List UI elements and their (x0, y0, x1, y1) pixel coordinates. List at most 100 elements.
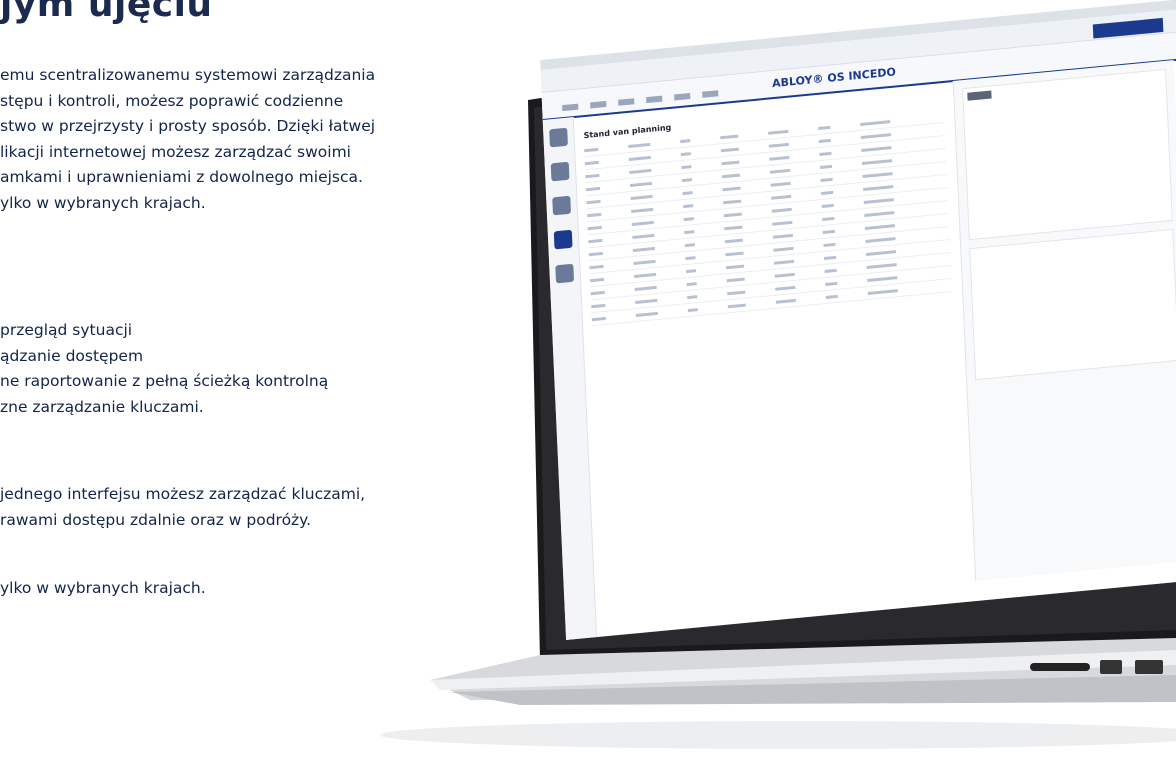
table-cell (821, 190, 834, 195)
table-cell (867, 288, 898, 295)
table-cell (632, 246, 655, 252)
table-cell (635, 298, 658, 304)
app-screenshot: ABLOY® OS INCEDO Stand van planning (540, 0, 1176, 640)
section-heading: jym ujęciu (0, 0, 213, 25)
feature-list: przegląd sytuacji ądzanie dostępem ne ra… (0, 318, 328, 420)
table-cell (818, 125, 831, 130)
filter-box (962, 68, 1173, 241)
table-cell (775, 285, 796, 291)
table-cell (686, 281, 697, 286)
table-cell (584, 147, 599, 152)
apply-button[interactable] (967, 90, 992, 101)
table-cell (769, 168, 791, 174)
table-cell (775, 298, 796, 304)
table-cell (628, 155, 651, 161)
feature-item: przegląd sytuacji (0, 321, 133, 339)
table-cell (722, 186, 741, 191)
nav-item[interactable] (646, 95, 663, 104)
table-cell (586, 199, 601, 204)
table-cell (769, 155, 790, 161)
table-cell (862, 171, 893, 178)
table-cell (771, 194, 792, 200)
closing-line: rawami dostępu zdalnie oraz w podróży. (0, 510, 312, 529)
table-cell (820, 177, 833, 182)
table-cell (587, 212, 602, 217)
table-cell (681, 177, 693, 182)
table-cell (772, 220, 793, 226)
table-cell (633, 259, 656, 265)
intro-line: stępu i kontroli, możesz poprawić codzie… (0, 91, 344, 110)
table-cell (628, 142, 651, 148)
table-cell (774, 259, 795, 265)
table-cell (864, 223, 895, 230)
table-cell (725, 251, 744, 256)
table-cell (590, 277, 605, 282)
table-cell (682, 190, 693, 195)
table-cell (585, 186, 601, 191)
table-cell (723, 199, 742, 204)
table-cell (860, 119, 891, 126)
table-cell (819, 151, 832, 156)
table-cell (630, 194, 653, 200)
table-cell (588, 238, 603, 243)
table-cell (589, 264, 604, 269)
nav-item[interactable] (702, 90, 719, 98)
intro-line: emu scentralizowanemu systemowi zarządza… (0, 66, 376, 84)
table-cell (720, 134, 739, 139)
planning-table: Stand van planning (583, 97, 953, 327)
nav-item[interactable] (674, 92, 691, 101)
table-cell (687, 294, 698, 299)
table-cell (629, 181, 653, 187)
app-brand: ABLOY® OS INCEDO (771, 65, 897, 91)
table-cell (727, 290, 746, 295)
table-cell (770, 181, 791, 187)
table-cell (774, 272, 795, 278)
table-cell (773, 246, 794, 252)
table-cell (681, 164, 692, 169)
table-cell (632, 233, 655, 239)
report-icon[interactable] (552, 195, 572, 216)
filter-icon[interactable] (550, 161, 570, 182)
table-cell (724, 225, 743, 230)
feature-item: zne zarządzanie kluczami. (0, 397, 204, 416)
app-nav (562, 90, 719, 112)
table-cell (680, 151, 691, 156)
table-cell (819, 164, 833, 169)
table-cell (720, 147, 739, 152)
table-cell (723, 212, 742, 217)
intro-paragraph: emu scentralizowanemu systemowi zarządza… (0, 63, 375, 216)
table-cell (588, 251, 603, 256)
table-cell (683, 203, 694, 208)
nav-item[interactable] (590, 100, 607, 109)
table-cell (825, 294, 838, 299)
table-cell (684, 242, 695, 247)
table-cell (867, 275, 898, 282)
intro-line: ylko w wybranych krajach. (0, 193, 206, 212)
table-cell (821, 203, 834, 208)
footnote: ylko w wybranych krajach. (0, 579, 206, 597)
home-icon[interactable] (549, 127, 568, 148)
table-cell (866, 249, 897, 256)
settings-icon[interactable] (555, 263, 575, 284)
options-box (969, 228, 1176, 381)
table-cell (726, 264, 745, 269)
table-cell (724, 238, 743, 243)
table-cell (824, 268, 837, 273)
table-cell (685, 255, 696, 260)
table-cell (587, 225, 602, 230)
table-cell (822, 229, 835, 234)
closing-line: jednego interfejsu możesz zarządzać kluc… (0, 485, 366, 503)
nav-item[interactable] (618, 98, 635, 106)
user-icon[interactable] (553, 229, 573, 250)
table-cell (818, 138, 831, 143)
table-cell (721, 173, 741, 178)
table-cell (866, 262, 897, 269)
feature-item: ądzanie dostępem (0, 346, 144, 365)
table-cell (634, 285, 657, 291)
table-cell (634, 272, 657, 278)
table-cell (590, 290, 605, 295)
table-body (583, 110, 953, 327)
table-cell (863, 197, 894, 204)
table-cell (768, 129, 789, 135)
nav-item[interactable] (562, 103, 579, 112)
